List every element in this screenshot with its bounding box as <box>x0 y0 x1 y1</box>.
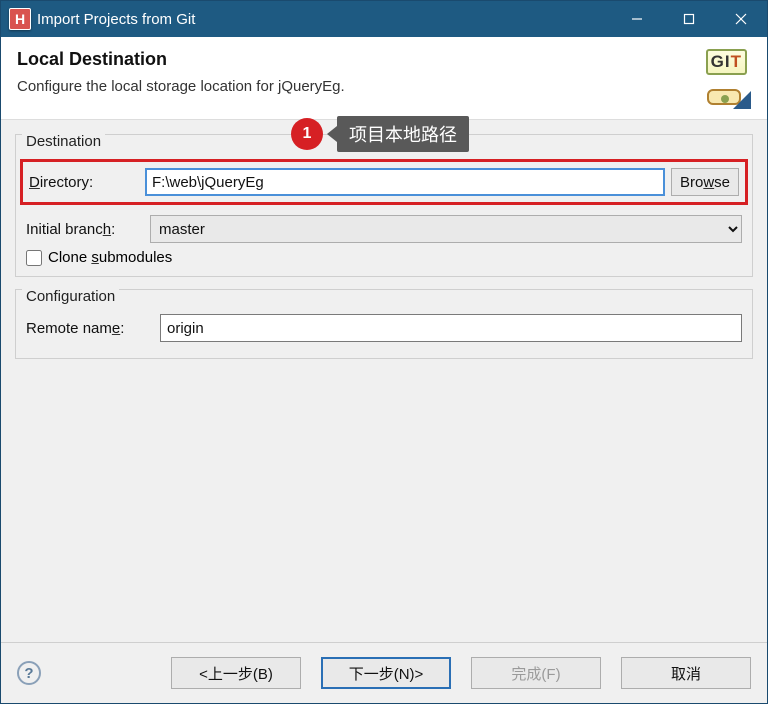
configuration-group-label: Configuration <box>22 288 119 305</box>
maximize-icon <box>683 13 695 25</box>
initial-branch-label: Initial branch: <box>26 221 144 238</box>
remote-name-row: Remote name: <box>26 314 742 342</box>
minimize-icon <box>631 13 643 25</box>
clone-submodules-label: Clone submodules <box>48 249 172 266</box>
directory-input[interactable] <box>145 168 665 196</box>
header-text: Local Destination Configure the local st… <box>17 49 345 109</box>
help-button[interactable]: ? <box>17 661 41 685</box>
wizard-body: 1 项目本地路径 Destination Directory: Browse I… <box>1 120 767 642</box>
cancel-button[interactable]: 取消 <box>621 657 751 689</box>
close-button[interactable] <box>715 1 767 37</box>
maximize-button[interactable] <box>663 1 715 37</box>
next-button[interactable]: 下一步(N)> <box>321 657 451 689</box>
page-subtitle: Configure the local storage location for… <box>17 78 345 95</box>
wizard-header: Local Destination Configure the local st… <box>1 37 767 120</box>
app-icon: H <box>9 8 31 30</box>
help-icon: ? <box>24 665 33 682</box>
dialog-window: H Import Projects from Git Local Destina… <box>0 0 768 704</box>
configuration-group: Configuration Remote name: <box>15 289 753 359</box>
initial-branch-select[interactable]: master <box>150 215 742 243</box>
destination-group-label: Destination <box>22 133 105 150</box>
close-icon <box>735 13 747 25</box>
wizard-footer: ? <上一步(B) 下一步(N)> 完成(F) 取消 <box>1 642 767 703</box>
resize-corner-icon <box>733 91 751 109</box>
window-title: Import Projects from Git <box>37 11 195 28</box>
annotation-label: 项目本地路径 <box>337 116 469 152</box>
directory-label: Directory: <box>29 174 139 191</box>
annotation-callout: 1 项目本地路径 <box>291 116 469 152</box>
remote-name-input[interactable] <box>160 314 742 342</box>
page-title: Local Destination <box>17 49 345 70</box>
title-bar: H Import Projects from Git <box>1 1 767 37</box>
annotation-number-badge: 1 <box>291 118 323 150</box>
highlighted-directory-row: Directory: Browse <box>20 159 748 205</box>
back-button[interactable]: <上一步(B) <box>171 657 301 689</box>
git-badge: GIT <box>706 49 747 75</box>
remote-name-label: Remote name: <box>26 320 154 337</box>
initial-branch-row: Initial branch: master <box>26 215 742 243</box>
minimize-button[interactable] <box>611 1 663 37</box>
finish-button: 完成(F) <box>471 657 601 689</box>
browse-button[interactable]: Browse <box>671 168 739 196</box>
clone-submodules-row: Clone submodules <box>26 249 742 266</box>
clone-submodules-checkbox[interactable] <box>26 250 42 266</box>
destination-group: Destination Directory: Browse Initial br… <box>15 134 753 277</box>
git-logo-icon: GIT <box>685 49 751 109</box>
